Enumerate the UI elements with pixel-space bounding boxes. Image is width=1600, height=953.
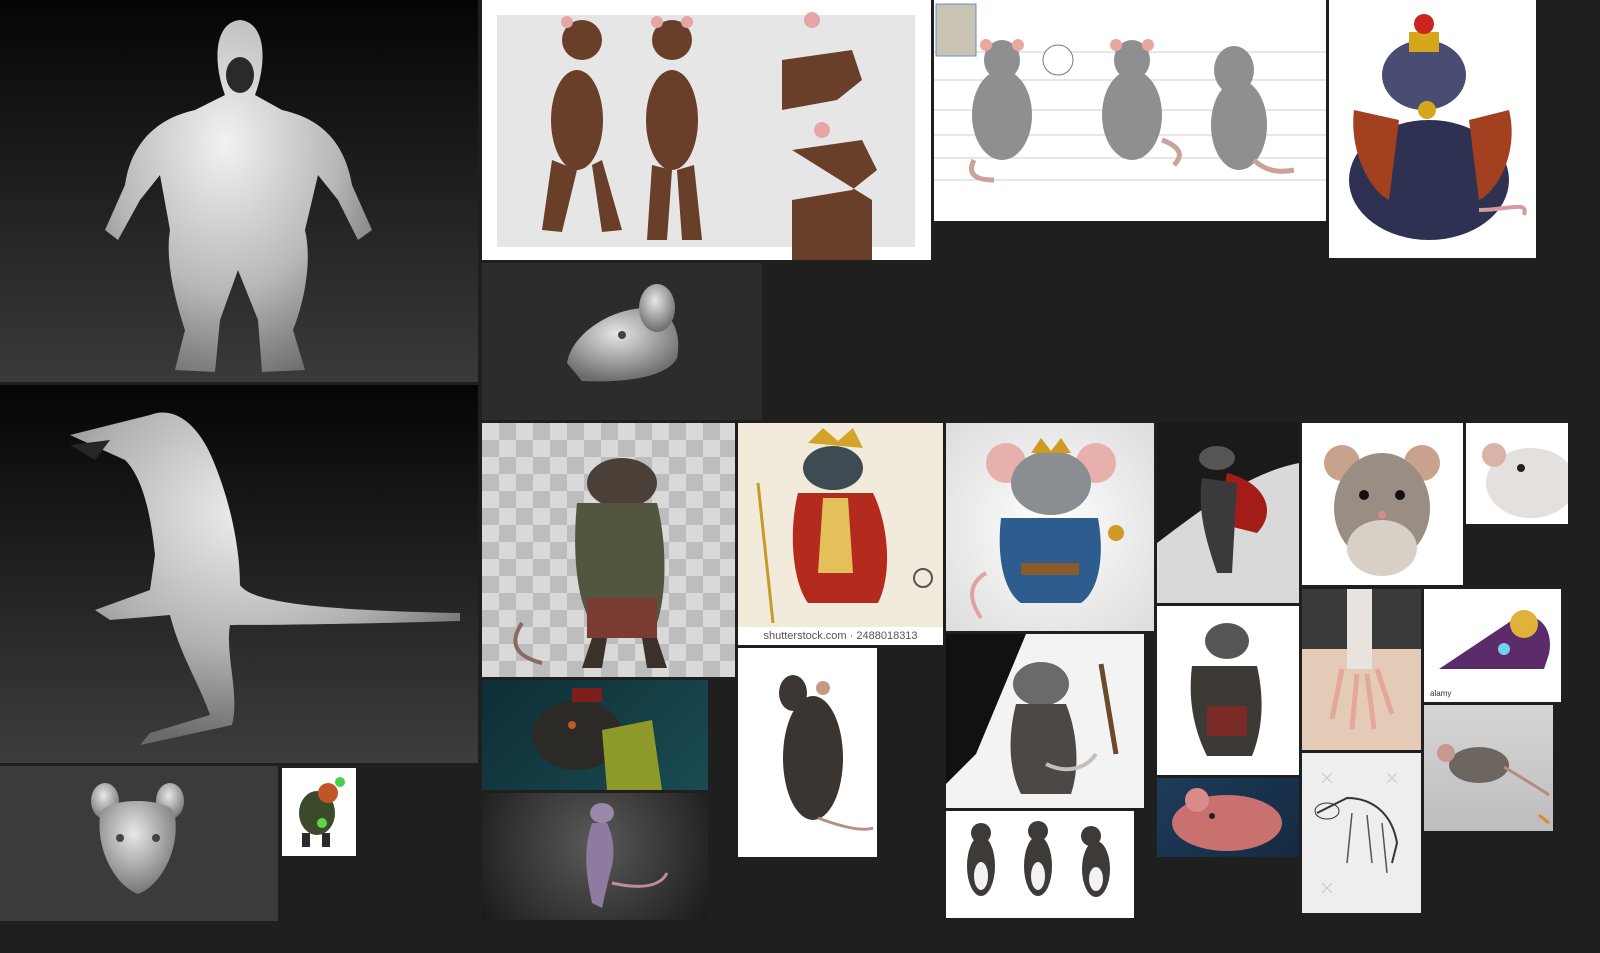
pink-rat-render-icon <box>1172 788 1282 851</box>
ink-rat-red-image[interactable] <box>1157 423 1299 603</box>
rat-warrior-ink-icon <box>946 634 1119 794</box>
pink-rat-render-image[interactable] <box>1157 778 1299 857</box>
white-rat-crop-image[interactable] <box>1466 423 1568 524</box>
crowned-rat-king-icon <box>756 428 933 624</box>
cute-rat-image[interactable] <box>1302 423 1463 585</box>
crowned-rat-image[interactable]: shutterstock.com · 2488018313 <box>738 423 943 645</box>
sculpt-side-image[interactable] <box>0 385 478 763</box>
running-rat-image[interactable] <box>1424 705 1553 831</box>
grey-rat-sheet-image[interactable] <box>934 0 1326 221</box>
watermark-label: alamy <box>1430 689 1452 698</box>
rat-head-sculpt-icon <box>91 783 184 894</box>
stock-photo-caption: shutterstock.com · 2488018313 <box>738 627 943 645</box>
purple-rat-render-icon <box>586 803 669 908</box>
rat-sculpt-front-icon <box>105 20 372 372</box>
rat-paw-image[interactable] <box>1302 589 1421 750</box>
rat-knight-image[interactable] <box>1157 606 1299 775</box>
dark-rat-portrait-image[interactable] <box>482 680 708 790</box>
rat-model-sheet-icon <box>934 3 1326 183</box>
three-rats-image[interactable] <box>946 811 1134 918</box>
head-sculpt-side-image[interactable] <box>482 263 762 420</box>
rat-skeleton-image[interactable] <box>1302 753 1421 913</box>
cartoon-rat-king-image[interactable] <box>946 423 1154 631</box>
rat-knight-icon <box>1190 623 1262 756</box>
rat-paw-photo-icon <box>1302 589 1421 730</box>
dark-rat-portrait-icon <box>532 688 662 790</box>
head-sculpt-front-image[interactable] <box>0 766 278 921</box>
reference-board: shutterstock.com · 2488018313 alamy <box>0 0 1600 953</box>
rat-king-fat-icon <box>1349 14 1527 240</box>
standing-rat-image[interactable] <box>738 648 877 857</box>
fat-rat-king-image[interactable] <box>1329 0 1536 258</box>
armored-rat-warrior-icon <box>513 458 667 668</box>
ink-rat-red-cape-icon <box>1157 423 1299 573</box>
rat-thumbnail-icon <box>299 777 345 847</box>
rat-warrior-ink-image[interactable] <box>946 634 1144 808</box>
purple-rat-render-image[interactable] <box>482 793 708 920</box>
cute-rat-photo-icon <box>1324 445 1440 576</box>
brown-rat-sheet-image[interactable] <box>482 0 931 260</box>
rat-sculpt-side-icon <box>70 412 460 745</box>
standing-rat-photo-icon <box>779 675 874 831</box>
three-rats-photo-icon <box>967 821 1110 897</box>
running-rat-photo-icon <box>1437 744 1550 825</box>
rat-xray-head-icon <box>1439 610 1550 669</box>
armored-rat-image[interactable] <box>482 423 735 677</box>
rat-xray-head-image[interactable]: alamy <box>1424 589 1561 702</box>
white-rat-photo-icon <box>1482 443 1568 518</box>
sculpt-front-image[interactable] <box>0 0 478 382</box>
cartoon-rat-king-icon <box>970 438 1124 620</box>
rat-skeleton-diagram-icon <box>1314 772 1399 894</box>
rat-head-side-sculpt-icon <box>567 284 679 382</box>
rat-turnaround-sheet-icon <box>497 12 915 260</box>
tiny-rat-thumbnail[interactable] <box>282 768 356 856</box>
